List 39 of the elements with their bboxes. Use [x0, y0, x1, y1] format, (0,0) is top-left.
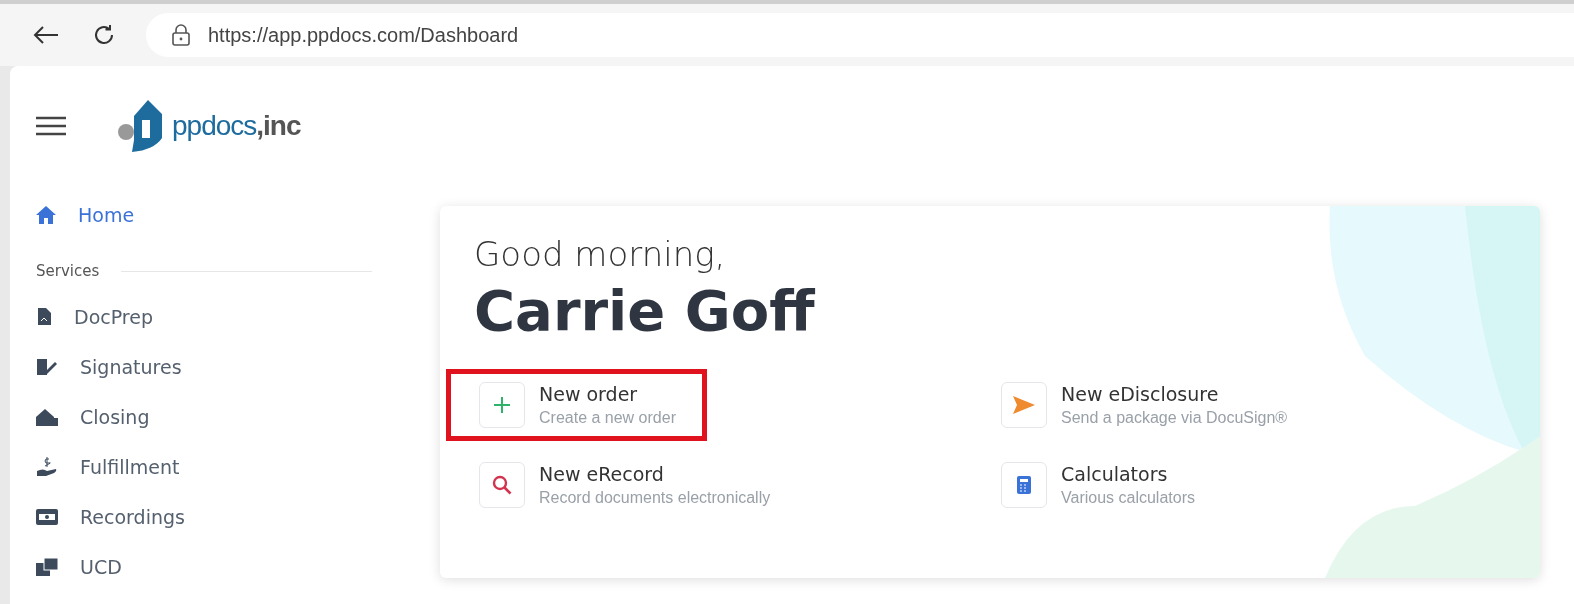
action-link[interactable]: Calculators Various calculators	[968, 449, 1226, 521]
sidebar-nav-item[interactable]: Signatures	[36, 342, 380, 392]
banknote-icon	[36, 509, 58, 525]
home-icon	[36, 206, 56, 224]
reload-icon	[93, 24, 115, 46]
action-subtitle: Various calculators	[1061, 489, 1195, 507]
search-icon	[492, 475, 512, 495]
menu-icon[interactable]	[36, 116, 66, 136]
sidebar-nav-item[interactable]: UCD	[36, 542, 380, 592]
action-title: New order	[539, 383, 639, 405]
action-title: New eDisclosure	[1061, 383, 1220, 405]
action-subtitle: Record documents electronically	[539, 489, 771, 507]
section-heading: Services	[36, 262, 100, 280]
hand-coin-icon	[36, 457, 58, 477]
document-icon	[36, 308, 52, 326]
greeting-text: Good morning,	[474, 234, 727, 274]
url-text: https://app.ppdocs.com/Dashboard	[208, 23, 519, 47]
pen-document-icon	[36, 358, 58, 376]
action-link[interactable]: New eDisclosure Send a package via DocuSign®	[968, 369, 1319, 441]
action-title: Calculators	[1061, 463, 1169, 485]
calculator-icon	[1017, 476, 1031, 494]
stacked-documents-icon	[36, 558, 58, 576]
sidebar-nav-item[interactable]: Recordings	[36, 492, 380, 542]
action-subtitle: Create a new order	[539, 409, 676, 427]
address-bar[interactable]: https://app.ppdocs.com/Dashboard	[146, 13, 1574, 57]
sidebar-nav-item[interactable]: Closing	[36, 392, 380, 442]
action-link[interactable]: New eRecord Record documents electronically	[446, 449, 802, 521]
sidebar-nav-item[interactable]: DocPrep	[36, 292, 380, 342]
action-title: New eRecord	[539, 463, 665, 485]
send-icon	[1013, 396, 1035, 414]
user-name: Carrie Goff	[474, 278, 816, 343]
home-nav-item[interactable]: Home	[36, 190, 380, 240]
highlighted-action-link[interactable]: New order Create a new order	[446, 369, 707, 441]
action-subtitle: Send a package via DocuSign®	[1061, 409, 1288, 427]
sidebar-nav-item[interactable]: Fulfillment	[36, 442, 380, 492]
plus-icon	[494, 397, 510, 413]
logo-text: ppdocs,inc	[172, 110, 301, 142]
back-arrow-icon	[33, 25, 59, 45]
lock-icon	[172, 24, 190, 46]
